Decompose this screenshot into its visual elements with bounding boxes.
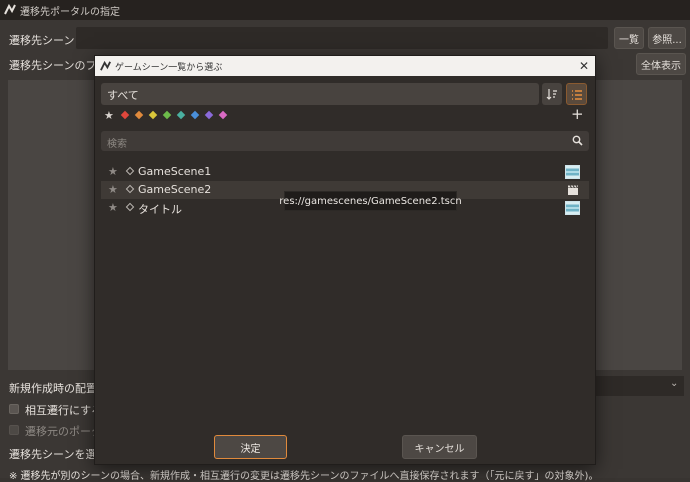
scene-name: GameScene1	[138, 165, 212, 178]
star-icon[interactable]: ★	[108, 166, 118, 177]
list-item[interactable]: ★ GameScene1	[101, 163, 589, 181]
color-filter-diamond[interactable]	[148, 110, 158, 120]
source-portal-label: 遷移元のポータ	[25, 425, 102, 438]
star-filter-icon[interactable]: ★	[104, 109, 114, 122]
scene-name: GameScene2	[138, 183, 212, 196]
scene-field[interactable]	[76, 27, 608, 49]
filter-select[interactable]: すべて	[101, 83, 539, 105]
list-icon	[572, 90, 582, 100]
search-icon	[572, 135, 583, 146]
footnote: ※ 遷移先が別のシーンの場合、新規作成・相互遷行の変更は遷移先シーンのファイルへ…	[9, 471, 599, 482]
window-titlebar: 遷移先ポータルの指定	[0, 0, 690, 20]
show-all-button[interactable]: 全体表示	[636, 53, 686, 75]
color-filter-diamond[interactable]	[204, 110, 214, 120]
color-filter-diamond[interactable]	[190, 110, 200, 120]
path-tooltip: res://gamescenes/GameScene2.tscn	[279, 191, 462, 211]
mutual-checkbox[interactable]	[9, 404, 19, 414]
filter-value: すべて	[107, 89, 139, 102]
scene-name: タイトル	[138, 203, 182, 216]
add-icon[interactable]: +	[571, 107, 584, 122]
mutual-label: 相互遷行にする	[25, 404, 103, 417]
ok-button[interactable]: 決定	[214, 435, 287, 459]
scene-thumbnail	[565, 201, 580, 215]
scene-label: 遷移先シーン	[9, 34, 75, 47]
sort-button[interactable]	[542, 83, 562, 105]
color-filter-diamond[interactable]	[120, 110, 130, 120]
chevron-down-icon: ⌄	[670, 378, 679, 389]
browse-button[interactable]: 参照...	[648, 27, 686, 49]
placement-select[interactable]: ⌄	[592, 376, 684, 396]
dialog-title: ゲームシーン一覧から選ぶ	[115, 63, 223, 73]
search-input[interactable]: 検索	[101, 131, 589, 151]
window-title: 遷移先ポータルの指定	[20, 7, 120, 18]
star-icon[interactable]: ★	[108, 202, 118, 213]
color-filter-diamond[interactable]	[176, 110, 186, 120]
color-filter-diamond[interactable]	[218, 110, 228, 120]
clapperboard-icon	[568, 185, 578, 195]
app-logo-icon	[4, 3, 16, 15]
cancel-button[interactable]: キャンセル	[402, 435, 477, 459]
dialog-titlebar: ゲームシーン一覧から選ぶ ✕	[95, 56, 595, 76]
scene-picker-dialog: ゲームシーン一覧から選ぶ ✕ すべて ★ + 検索 ★ GameScene1 ★…	[94, 55, 596, 465]
preview-label: 遷移先シーンのプレ	[9, 59, 108, 72]
diamond-icon	[125, 166, 135, 176]
search-placeholder: 検索	[107, 139, 127, 150]
source-portal-checkbox[interactable]	[9, 425, 19, 435]
sort-icon	[546, 89, 557, 100]
scene-thumbnail	[565, 165, 580, 179]
list-button[interactable]: 一覧	[614, 27, 644, 49]
select-scene-label: 遷移先シーンを選択	[9, 448, 108, 461]
color-filter-diamond[interactable]	[134, 110, 144, 120]
list-view-button[interactable]	[566, 83, 587, 105]
diamond-icon	[125, 184, 135, 194]
color-filter-diamond[interactable]	[162, 110, 172, 120]
star-icon[interactable]: ★	[108, 184, 118, 195]
close-icon[interactable]: ✕	[575, 57, 593, 75]
diamond-icon	[125, 202, 135, 212]
app-logo-icon	[100, 60, 111, 71]
